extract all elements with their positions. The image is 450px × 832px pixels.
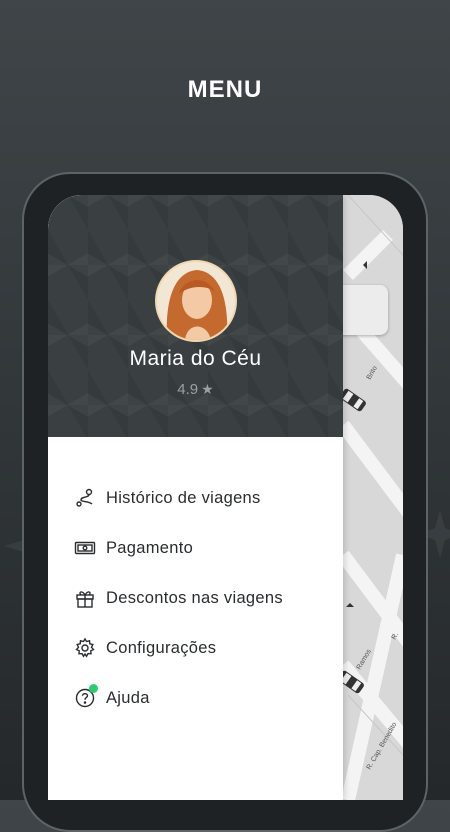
menu-item-label: Ajuda [106,688,150,707]
menu-item-trip-history[interactable]: Histórico de viagens [48,473,343,523]
avatar[interactable] [155,260,237,342]
help-icon [74,684,98,709]
gift-icon [74,587,96,609]
cash-icon [74,537,96,559]
menu-item-label: Descontos nas viagens [106,588,283,607]
gear-icon [74,637,96,659]
star-icon: ★ [201,381,214,397]
user-name: Maria do Céu [129,347,262,370]
menu-item-settings[interactable]: Configurações [48,623,343,673]
menu-item-label: Pagamento [106,538,194,557]
notification-badge [89,684,98,693]
menu-item-payment[interactable]: Pagamento [48,523,343,573]
menu-item-help[interactable]: Ajuda [48,673,343,723]
side-drawer: Maria do Céu 4.9★ Histórico de viagens [48,195,343,800]
phone-screen: Brito Ramos R. Cap. Benedito R. Maria do… [48,195,403,800]
menu-item-label: Histórico de viagens [106,488,261,507]
route-icon [74,487,96,509]
drawer-menu: Histórico de viagens Pagamento Descontos… [48,473,343,723]
page-title: MENU [187,76,263,103]
menu-item-discounts[interactable]: Descontos nas viagens [48,573,343,623]
drawer-header: Maria do Céu 4.9 ★ [48,195,343,437]
avatar-image [157,262,235,340]
menu-item-label: Configurações [106,638,217,657]
user-rating: 4.9 ★ [48,381,343,398]
rating-value: 4.9 [177,381,199,398]
